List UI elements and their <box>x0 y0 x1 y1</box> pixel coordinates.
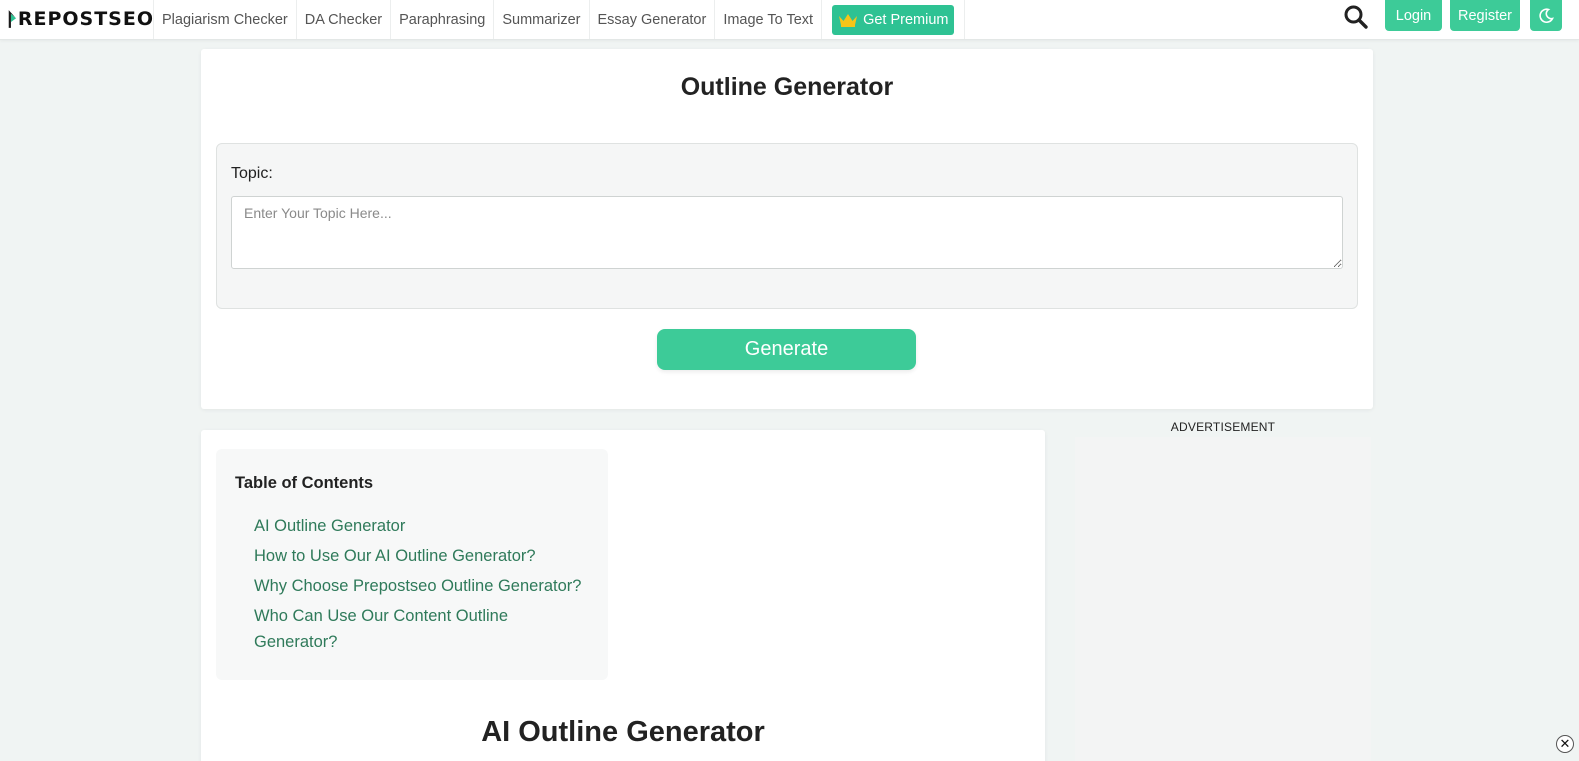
ad-label: ADVERTISEMENT <box>1170 420 1276 434</box>
moon-icon <box>1539 7 1554 23</box>
toc-item-why-choose[interactable]: Why Choose Prepostseo Outline Generator? <box>254 573 594 599</box>
section-title: AI Outline Generator <box>481 716 765 748</box>
get-premium-button[interactable]: Get Premium <box>832 4 955 35</box>
toc-item-ai-outline-generator[interactable]: AI Outline Generator <box>254 513 594 539</box>
page-title: Outline Generator <box>680 73 894 101</box>
nav-da-checker[interactable]: DA Checker <box>295 0 390 39</box>
ad-slot <box>1075 437 1371 761</box>
premium-wrap: Get Premium <box>822 0 966 39</box>
toc-item-who-can-use[interactable]: Who Can Use Our Content Outline Generato… <box>254 603 594 655</box>
get-premium-label: Get Premium <box>863 11 949 28</box>
topic-input[interactable] <box>231 196 1343 269</box>
register-button[interactable]: Register <box>1450 0 1520 31</box>
nav-essay-generator[interactable]: Essay Generator <box>588 0 715 39</box>
table-of-contents: Table of Contents AI Outline Generator H… <box>216 449 608 680</box>
toc-title: Table of Contents <box>235 474 374 492</box>
content-card: Table of Contents AI Outline Generator H… <box>201 430 1045 761</box>
logo-text: REPOSTSEO <box>17 8 154 30</box>
ad-close-icon[interactable]: ✕ <box>1556 735 1574 753</box>
nav-plagiarism-checker[interactable]: Plagiarism Checker <box>153 0 296 39</box>
dark-mode-toggle[interactable] <box>1530 0 1562 31</box>
main-nav: Plagiarism Checker DA Checker Paraphrasi… <box>153 0 966 39</box>
nav-image-to-text[interactable]: Image To Text <box>714 0 823 39</box>
toc-list: AI Outline Generator How to Use Our AI O… <box>254 513 594 659</box>
crown-icon <box>838 13 858 27</box>
generate-button[interactable]: Generate <box>657 329 916 370</box>
nav-paraphrasing[interactable]: Paraphrasing <box>390 0 493 39</box>
topic-label: Topic: <box>231 165 273 182</box>
site-logo[interactable]: REPOSTSEO <box>8 2 154 36</box>
topic-form: Topic: <box>216 143 1358 309</box>
search-icon[interactable] <box>1343 4 1369 30</box>
logo-mark-icon <box>8 10 17 28</box>
top-navbar: REPOSTSEO Plagiarism Checker DA Checker … <box>0 0 1579 40</box>
nav-summarizer[interactable]: Summarizer <box>493 0 588 39</box>
outline-tool-card: Outline Generator Topic: Generate <box>201 49 1373 409</box>
toc-item-how-to-use[interactable]: How to Use Our AI Outline Generator? <box>254 543 594 569</box>
login-button[interactable]: Login <box>1385 0 1442 31</box>
